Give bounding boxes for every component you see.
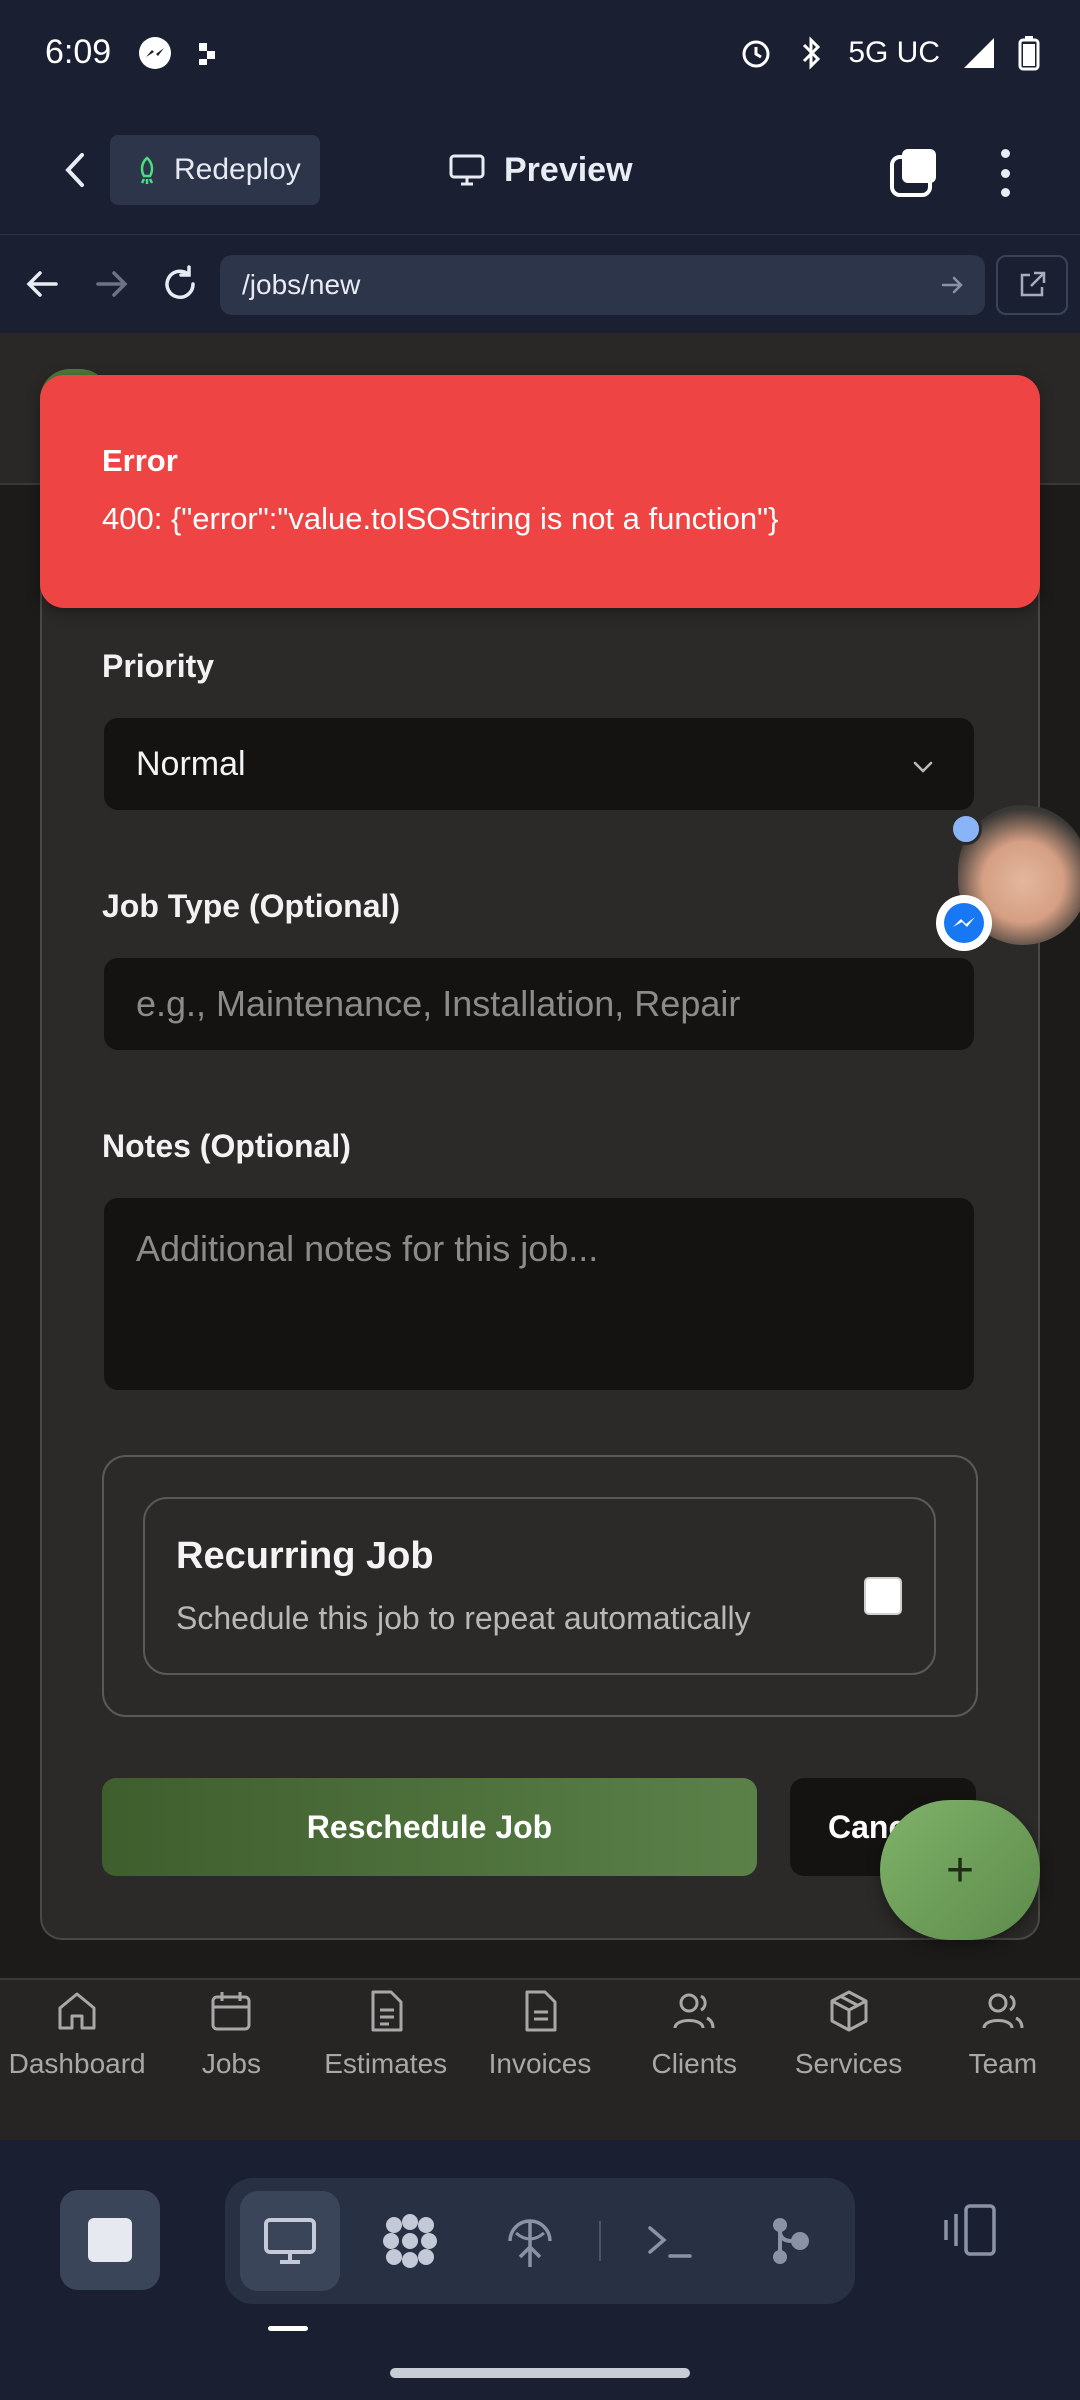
- job-type-label: Job Type (Optional): [102, 888, 401, 924]
- preview-title-text: Preview: [504, 150, 633, 189]
- go-arrow-icon[interactable]: [937, 270, 967, 300]
- priority-label: Priority: [102, 648, 215, 684]
- nav-item-services[interactable]: Services: [771, 1980, 925, 2140]
- nav-item-jobs[interactable]: Jobs: [154, 1980, 308, 2140]
- messenger-badge-icon: [936, 895, 992, 951]
- reload-icon[interactable]: [155, 259, 205, 309]
- devices-icon[interactable]: [940, 2200, 1000, 2260]
- git-tool-button[interactable]: [740, 2191, 840, 2291]
- browser-back-icon[interactable]: [18, 259, 68, 309]
- app-bar: Redeploy Preview: [0, 105, 1080, 235]
- deploy-icon: [508, 2219, 552, 2267]
- nav-item-team[interactable]: Team: [926, 1980, 1080, 2140]
- preview-tool-button[interactable]: [240, 2191, 340, 2291]
- battery-icon: [1018, 35, 1040, 70]
- add-fab-button[interactable]: +: [880, 1800, 1040, 1940]
- open-external-button[interactable]: [996, 255, 1068, 315]
- status-bar: 6:09 5G UC: [0, 0, 1080, 105]
- notes-label: Notes (Optional): [102, 1128, 351, 1164]
- nav-item-invoices[interactable]: Invoices: [463, 1980, 617, 2140]
- rocket-icon: [140, 156, 154, 184]
- online-indicator: [950, 813, 982, 845]
- recurring-checkbox[interactable]: [864, 1577, 902, 1615]
- browser-forward-icon[interactable]: [86, 259, 136, 309]
- stop-button[interactable]: [60, 2190, 160, 2290]
- status-time: 6:09: [45, 33, 112, 71]
- messenger-notification-icon: [139, 36, 172, 69]
- agent-icon: [383, 2214, 437, 2268]
- error-toast: Error 400: {"error":"value.toISOString i…: [40, 375, 1040, 608]
- recurring-description: Schedule this job to repeat automaticall…: [176, 1600, 751, 1636]
- app-notification-icon: [199, 42, 216, 65]
- nav-item-estimates[interactable]: Estimates: [309, 1980, 463, 2140]
- error-title: Error: [102, 443, 178, 478]
- url-input[interactable]: /jobs/new: [220, 255, 985, 315]
- network-type: 5G UC: [848, 35, 940, 69]
- redeploy-button[interactable]: Redeploy: [110, 135, 320, 205]
- users-icon: [673, 1993, 715, 2029]
- alarm-icon: [742, 40, 770, 67]
- nav-label: Clients: [651, 2048, 738, 2079]
- recurring-toggle-card[interactable]: [143, 1497, 936, 1675]
- nav-label: Services: [794, 2048, 903, 2079]
- external-link-icon: [1020, 271, 1046, 297]
- nav-item-clients[interactable]: Clients: [617, 1980, 771, 2140]
- messenger-chat-head[interactable]: [936, 805, 1080, 951]
- terminal-icon: [648, 2226, 692, 2258]
- nav-item-dashboard[interactable]: Dashboard: [0, 1980, 154, 2140]
- reschedule-job-button[interactable]: Reschedule Job: [102, 1778, 757, 1876]
- url-text: /jobs/new: [242, 269, 361, 300]
- status-icons: 5G UC: [738, 0, 1040, 105]
- tabs-icon[interactable]: [888, 147, 940, 199]
- home-indicator[interactable]: [390, 2368, 690, 2378]
- monitor-icon: [264, 2218, 316, 2264]
- bottom-navigation: Dashboard Jobs Estimates Invoices Client…: [0, 1978, 1080, 2140]
- error-message: 400: {"error":"value.toISOString is not …: [102, 501, 779, 536]
- priority-select[interactable]: Normal: [102, 716, 976, 812]
- notes-textarea[interactable]: Additional notes for this job...: [102, 1196, 976, 1392]
- package-icon: [830, 1990, 868, 2032]
- agent-tool-button[interactable]: [360, 2191, 460, 2291]
- priority-value: Normal: [136, 744, 246, 783]
- nav-label: Team: [968, 2048, 1038, 2079]
- preview-title: Preview: [448, 135, 633, 205]
- calendar-icon: [211, 1992, 251, 2031]
- nav-label: Estimates: [324, 2048, 448, 2079]
- bluetooth-icon: [803, 35, 821, 70]
- invoice-icon: [525, 1990, 557, 2032]
- browser-bar: /jobs/new: [0, 235, 1080, 333]
- job-type-input[interactable]: e.g., Maintenance, Installation, Repair: [102, 956, 976, 1052]
- nav-label: Invoices: [488, 2048, 592, 2079]
- monitor-icon: [449, 154, 485, 186]
- signal-icon: [964, 37, 994, 68]
- document-icon: [371, 1990, 403, 2032]
- redeploy-label: Redeploy: [174, 153, 301, 186]
- recurring-title: Recurring Job: [176, 1535, 434, 1577]
- shell-tool-button[interactable]: [620, 2191, 720, 2291]
- back-arrow-icon[interactable]: [50, 145, 100, 195]
- stop-icon: [88, 2218, 132, 2262]
- git-icon: [773, 2218, 809, 2264]
- team-icon: [982, 1993, 1024, 2029]
- workspace-taskbar: [0, 2140, 1080, 2400]
- deploy-tool-button[interactable]: [480, 2191, 580, 2291]
- tool-separator: [599, 2221, 601, 2261]
- chevron-down-icon: [913, 761, 933, 773]
- tool-group: [225, 2178, 855, 2304]
- nav-label: Jobs: [201, 2048, 261, 2079]
- active-tool-indicator: [268, 2326, 308, 2331]
- more-options-icon[interactable]: [990, 145, 1020, 201]
- home-icon: [58, 1992, 96, 2030]
- nav-label: Dashboard: [8, 2048, 146, 2079]
